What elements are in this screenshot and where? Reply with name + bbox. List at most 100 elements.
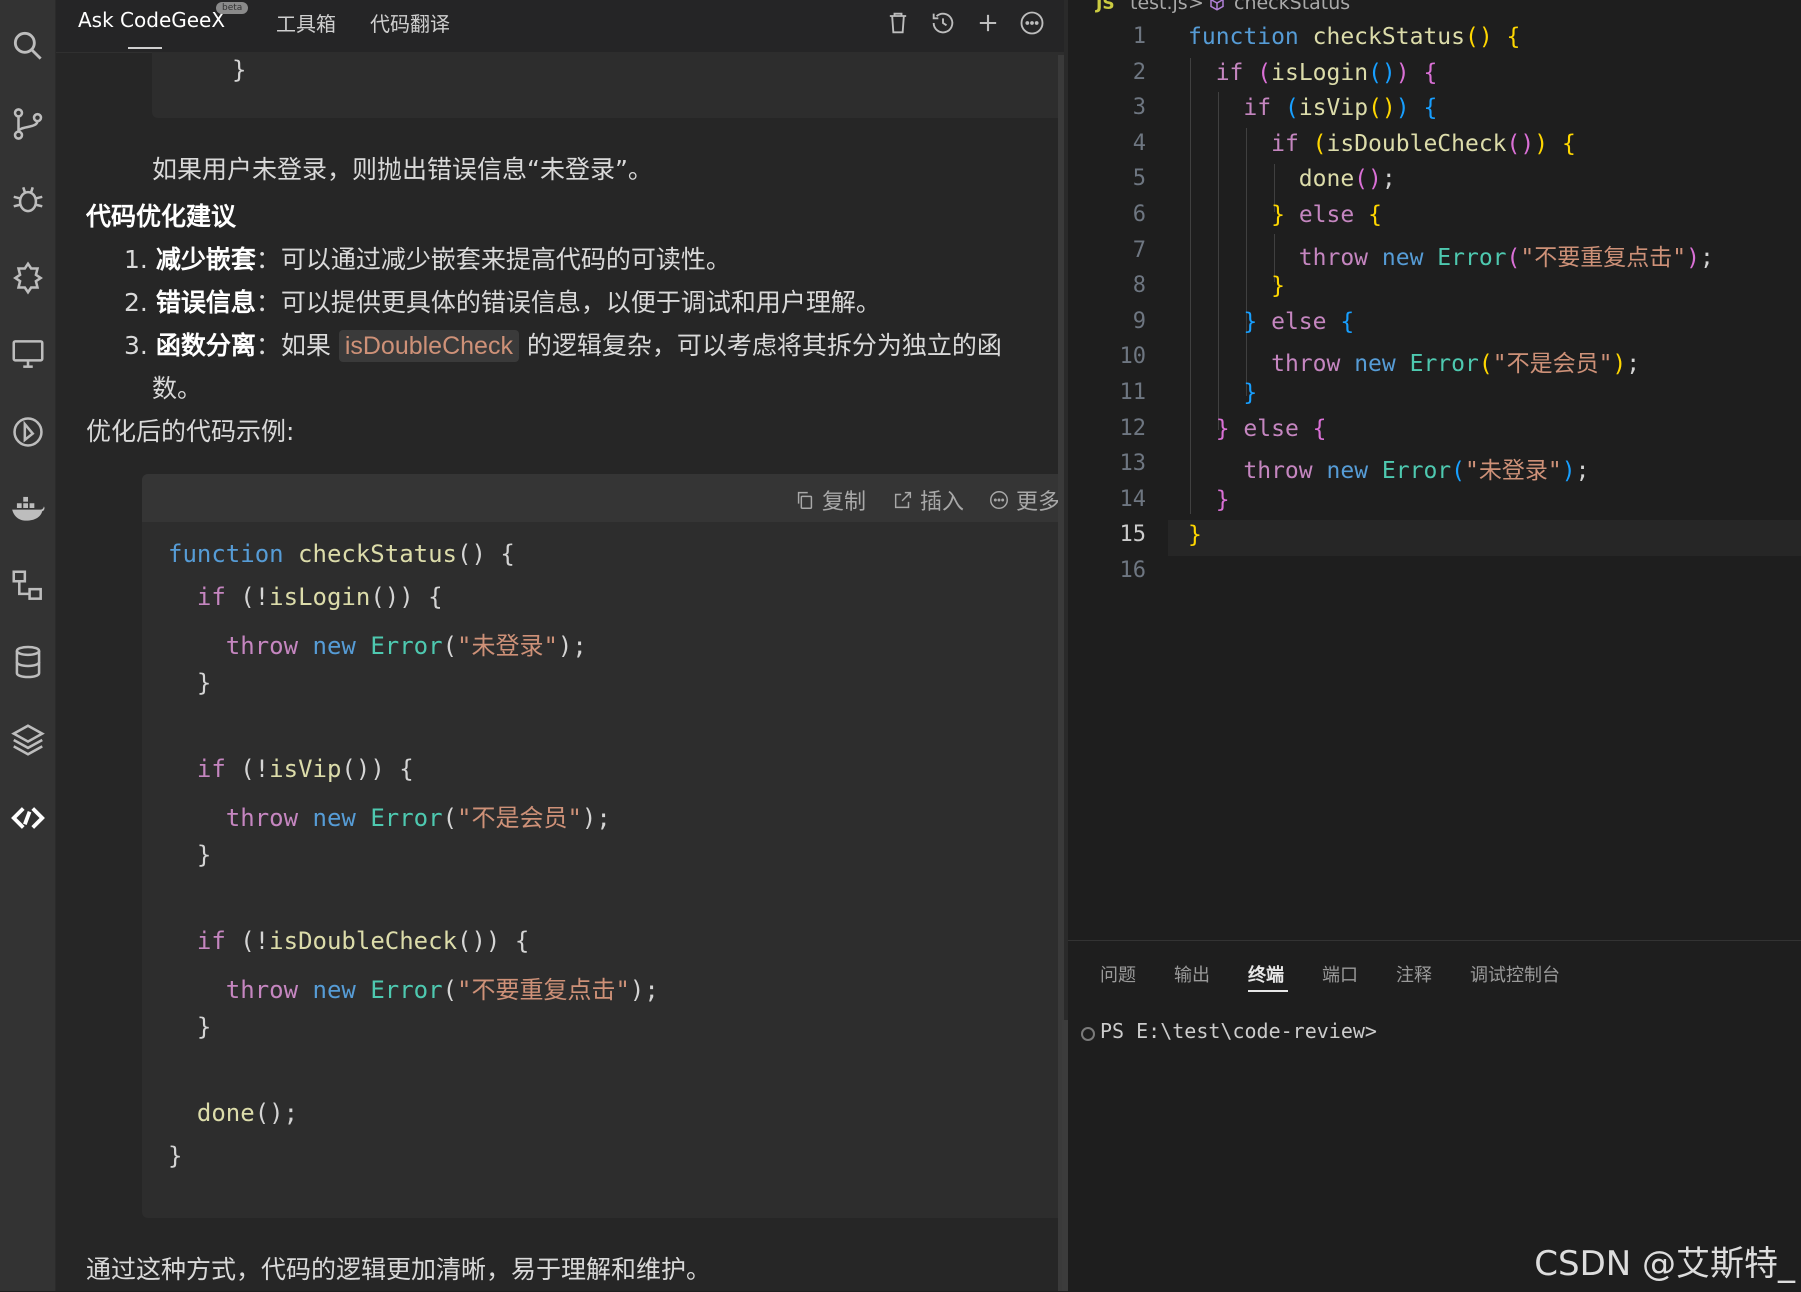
code-line: if (!isVip()) { [168,755,414,783]
code-token: if [196,755,226,783]
code-editor: JS test.js > checkStatus 1 function check… [1068,0,1801,940]
code-token: if [1271,130,1299,157]
tab-terminal[interactable]: 终端 [1248,961,1284,987]
editor-line[interactable]: } else { [1188,309,1354,335]
editor-line[interactable]: if (isDoubleCheck()) { [1188,131,1576,157]
item-number: 1. [124,245,148,274]
tab-comments[interactable]: 注释 [1396,961,1432,987]
editor-line[interactable]: if (isLogin()) { [1188,59,1438,86]
code-line: } [168,669,211,697]
code-token: } [168,1142,183,1170]
timeline-icon[interactable] [0,404,55,460]
code-token: ( [1257,59,1272,86]
code-token: ( [442,976,458,1004]
extensions-icon[interactable] [0,250,55,306]
tab-toolbox[interactable]: 工具箱 [276,8,336,37]
code-token: ( [442,632,458,660]
code-token: (! [225,755,270,783]
code-token: if [196,927,226,955]
editor-line[interactable]: } [1188,487,1230,513]
remote-explorer-icon[interactable] [0,326,55,382]
code-token: ; [1575,458,1590,485]
code-token: "未登录" [1465,458,1562,485]
code-token: ; [1699,244,1714,271]
editor-line[interactable]: } [1188,380,1257,406]
trash-icon[interactable] [884,9,912,37]
code-token: (! [225,927,270,955]
code-token: ; [1381,166,1396,193]
more-icon[interactable] [1018,9,1046,37]
suggestion-title: 错误信息 [155,288,256,317]
layers-icon[interactable] [0,712,55,768]
symbol-method-icon [1208,0,1226,11]
editor-line[interactable]: throw new Error("不要重复点击"); [1188,238,1714,272]
code-token: Error [1437,244,1507,271]
editor-line[interactable]: if (isVip()) { [1188,95,1437,121]
plus-icon[interactable] [974,9,1002,37]
editor-line[interactable]: throw new Error("未登录"); [1188,451,1589,485]
code-block-toolbar: 复制 插入 更多 [142,474,1082,522]
line-number: 4 [1132,130,1146,156]
more-actions-button[interactable]: 更多 [988,484,1060,516]
code-token: ); [557,632,587,660]
tab-ports[interactable]: 端口 [1322,961,1358,987]
breadcrumb-file[interactable]: test.js [1130,0,1188,14]
source-control-icon[interactable] [0,96,55,152]
code-token: } [1243,380,1258,406]
code-token: ) [1534,130,1549,157]
suggestion-wrap-text: 数。 [152,374,203,403]
editor-line[interactable]: } [1188,273,1285,299]
code-token: checkStatus [1312,24,1465,50]
code-token: () [1368,59,1396,86]
code-token: isDoubleCheck [1326,130,1507,157]
editor-line[interactable]: } else { [1188,416,1327,442]
codegeex-icon[interactable] [0,790,55,846]
code-token: throw [1243,458,1313,485]
code-token: "不是会员" [1492,351,1613,378]
watermark: CSDN @艾斯特_ [1534,1244,1795,1284]
code-token: { [1368,202,1382,228]
code-token: { [1506,24,1521,50]
suggestion-title: 减少嵌套 [155,245,256,274]
copy-button[interactable]: 复制 [794,484,866,516]
item-number: 2. [124,288,148,317]
code-token: "不要重复点击" [457,976,630,1004]
editor-line[interactable]: done(); [1188,166,1396,192]
code-token: else [1298,202,1355,228]
editor-line[interactable]: } else { [1188,202,1382,228]
code-token: if [1215,59,1244,86]
js-file-icon: JS [1096,0,1115,14]
hierarchy-icon[interactable] [0,558,55,614]
code-token: (! [225,583,270,611]
tab-problems[interactable]: 问题 [1100,961,1136,987]
line-number: 5 [1132,166,1146,192]
breadcrumb-symbol[interactable]: checkStatus [1234,0,1350,14]
code-token: new [312,804,356,832]
database-icon[interactable] [0,634,55,690]
tab-debug-console[interactable]: 调试控制台 [1470,961,1560,987]
code-token: ) [1686,244,1700,271]
code-token: () [1506,130,1535,157]
line-number: 14 [1119,486,1147,512]
code-token: ) [1561,458,1576,485]
code-token: { [1423,59,1438,86]
terminal-prompt[interactable]: PS E:\test\code-review> [1100,1019,1377,1043]
editor-line[interactable]: throw new Error("不是会员"); [1188,344,1640,378]
beta-badge: beta [216,2,249,14]
history-icon[interactable] [929,9,957,37]
debug-icon[interactable] [0,172,55,228]
tab-code-translate[interactable]: 代码翻译 [370,8,450,37]
editor-line[interactable]: } [1188,522,1202,548]
code-token: () [1354,166,1382,193]
tab-output[interactable]: 输出 [1174,961,1210,987]
tab-ask-codegeex[interactable]: Ask CodeGeeX [78,8,225,32]
code-line: if (!isLogin()) { [168,583,443,611]
editor-line[interactable]: function checkStatus() { [1188,24,1520,50]
docker-icon[interactable] [0,480,55,536]
insert-button[interactable]: 插入 [892,484,964,516]
search-icon[interactable] [0,18,55,74]
